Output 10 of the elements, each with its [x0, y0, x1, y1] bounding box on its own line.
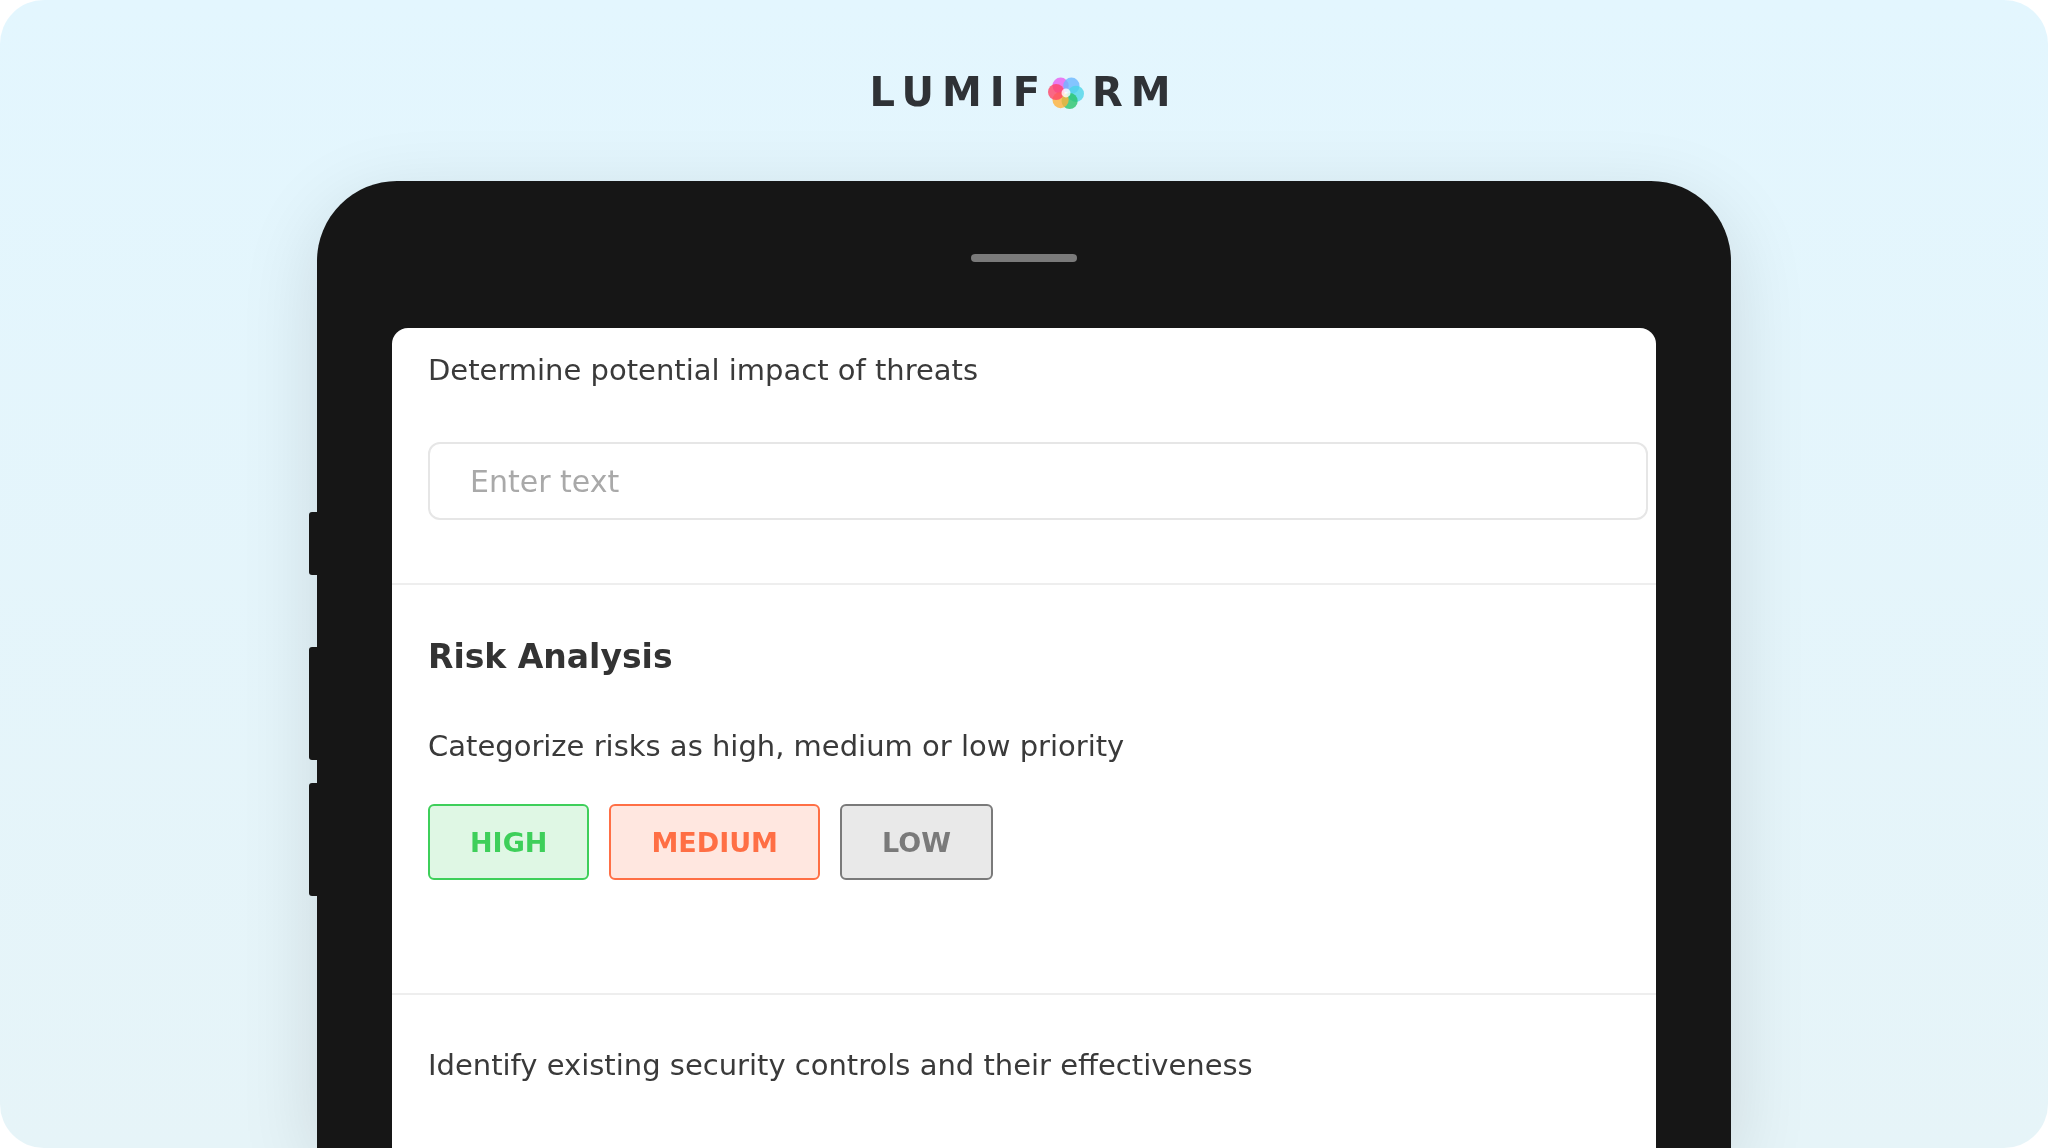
priority-option-button[interactable]: HIGH — [428, 804, 590, 880]
question-text: Identify existing security controls and their effectiveness — [428, 1047, 1254, 1084]
priority-option-button[interactable]: LOW — [839, 804, 993, 880]
priority-option-button[interactable]: MEDIUM — [609, 804, 820, 880]
logo-text: RM — [1091, 69, 1179, 115]
question-text: Categorize risks as high, medium or low priority — [428, 728, 1126, 765]
question-text: Determine potential impact of threats — [428, 352, 980, 389]
section-title: Risk Analysis — [428, 637, 674, 676]
logo-text: LUMIF — [869, 69, 1048, 115]
text-input-field[interactable]: Enter text — [428, 442, 1648, 520]
